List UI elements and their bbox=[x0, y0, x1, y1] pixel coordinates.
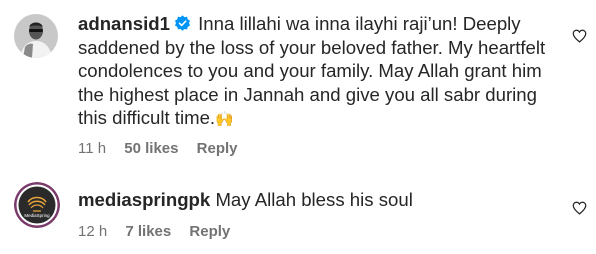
comment: adnansid1 Inna lillahi wa inna ilayhi ra… bbox=[0, 0, 596, 170]
reply-button[interactable]: Reply bbox=[189, 223, 230, 240]
reply-button[interactable]: Reply bbox=[197, 140, 238, 157]
comment-username[interactable]: adnansid1 bbox=[78, 13, 170, 34]
mediaspring-logo: MediaSpring bbox=[14, 182, 60, 228]
comment-body: adnansid1 Inna lillahi wa inna ilayhi ra… bbox=[78, 12, 548, 132]
comment: MediaSpring mediaspringpk May Allah bles… bbox=[0, 170, 596, 254]
heart-outline-icon[interactable] bbox=[572, 29, 587, 43]
comment-likes[interactable]: 50 likes bbox=[124, 140, 178, 157]
avatar[interactable] bbox=[14, 14, 58, 58]
comment-time: 11 h bbox=[78, 140, 107, 157]
comment-meta: 11 h 50 likes Reply bbox=[78, 140, 252, 157]
comment-text: May Allah bless his soul bbox=[215, 189, 413, 210]
svg-text:MediaSpring: MediaSpring bbox=[24, 213, 50, 218]
raised-hands-emoji: 🙌 bbox=[215, 111, 234, 128]
comment-likes[interactable]: 7 likes bbox=[125, 223, 171, 240]
comment-body: mediaspringpk May Allah bless his soul bbox=[78, 188, 548, 212]
avatar-photo bbox=[14, 14, 58, 58]
comment-time: 12 h bbox=[78, 223, 108, 240]
verified-badge-icon bbox=[174, 15, 190, 31]
avatar[interactable]: MediaSpring bbox=[14, 182, 60, 228]
comment-username[interactable]: mediaspringpk bbox=[78, 189, 210, 210]
comment-meta: 12 h 7 likes Reply bbox=[78, 223, 244, 240]
heart-outline-icon[interactable] bbox=[572, 201, 587, 215]
